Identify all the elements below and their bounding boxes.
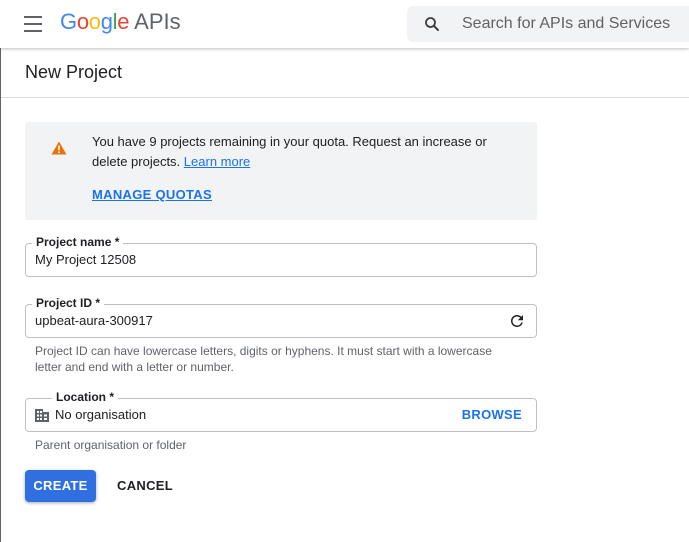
title-divider [1, 97, 689, 98]
google-logo-letter: g [100, 9, 113, 34]
location-field[interactable]: Location * No organisation BROWSE [25, 389, 537, 432]
search-bar[interactable] [407, 6, 689, 42]
google-logo-letter: e [117, 9, 130, 34]
project-name-field[interactable]: Project name * My Project 12508 [25, 234, 537, 277]
google-logo-letter: o [76, 9, 89, 34]
quota-notice-text: You have 9 projects remaining in your qu… [92, 134, 487, 169]
google-logo-letter: G [60, 9, 77, 34]
google-apis-logo[interactable]: Google APIs [60, 9, 181, 39]
cancel-button[interactable]: CANCEL [108, 470, 182, 502]
hamburger-menu-button[interactable] [14, 10, 52, 38]
project-name-label: Project name * [32, 234, 124, 250]
project-id-field[interactable]: Project ID * upbeat-aura-300917 [25, 295, 537, 338]
location-value: No organisation [55, 407, 147, 422]
location-helper-text: Parent organisation or folder [35, 438, 187, 452]
location-label: Location * [52, 389, 119, 405]
quota-notice-text-block: You have 9 projects remaining in your qu… [92, 132, 522, 172]
search-input[interactable] [462, 6, 682, 42]
warning-icon [51, 141, 67, 155]
browse-button[interactable]: BROWSE [462, 407, 522, 422]
create-button[interactable]: CREATE [25, 470, 96, 502]
project-name-input[interactable]: My Project 12508 [35, 252, 136, 267]
google-logo-letter: o [88, 9, 101, 34]
refresh-icon[interactable] [508, 312, 526, 330]
building-icon [35, 409, 49, 422]
project-id-label: Project ID * [32, 295, 105, 311]
hamburger-menu-icon-line [24, 30, 42, 32]
quota-notice: You have 9 projects remaining in your qu… [25, 122, 537, 220]
hamburger-menu-icon-line [24, 23, 42, 25]
page-title: New Project [25, 62, 123, 82]
google-wordmark: Google [60, 9, 129, 35]
apis-wordmark: APIs [134, 9, 181, 34]
page-left-border [0, 48, 1, 542]
learn-more-link[interactable]: Learn more [184, 154, 250, 169]
manage-quotas-button[interactable]: MANAGE QUOTAS [92, 187, 212, 202]
project-id-input[interactable]: upbeat-aura-300917 [35, 313, 153, 328]
hamburger-menu-icon [24, 16, 42, 18]
project-id-helper-text: Project ID can have lowercase letters, d… [35, 344, 492, 374]
search-icon[interactable] [423, 15, 441, 33]
top-app-bar: Google APIs [0, 0, 689, 48]
